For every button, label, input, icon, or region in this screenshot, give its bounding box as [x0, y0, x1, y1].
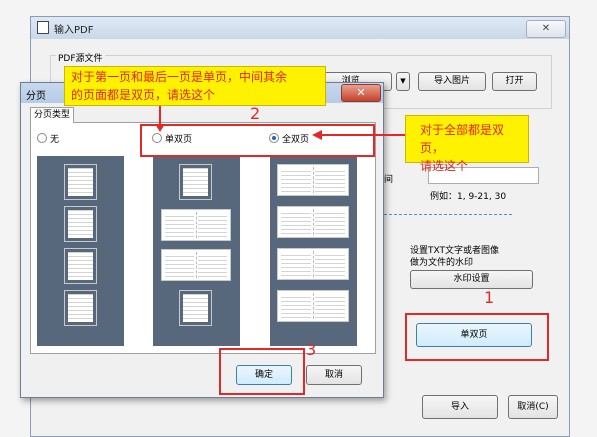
- annotation-arrows: [155, 106, 405, 140]
- arrow-head: [312, 130, 322, 140]
- arrow-head: [155, 124, 165, 132]
